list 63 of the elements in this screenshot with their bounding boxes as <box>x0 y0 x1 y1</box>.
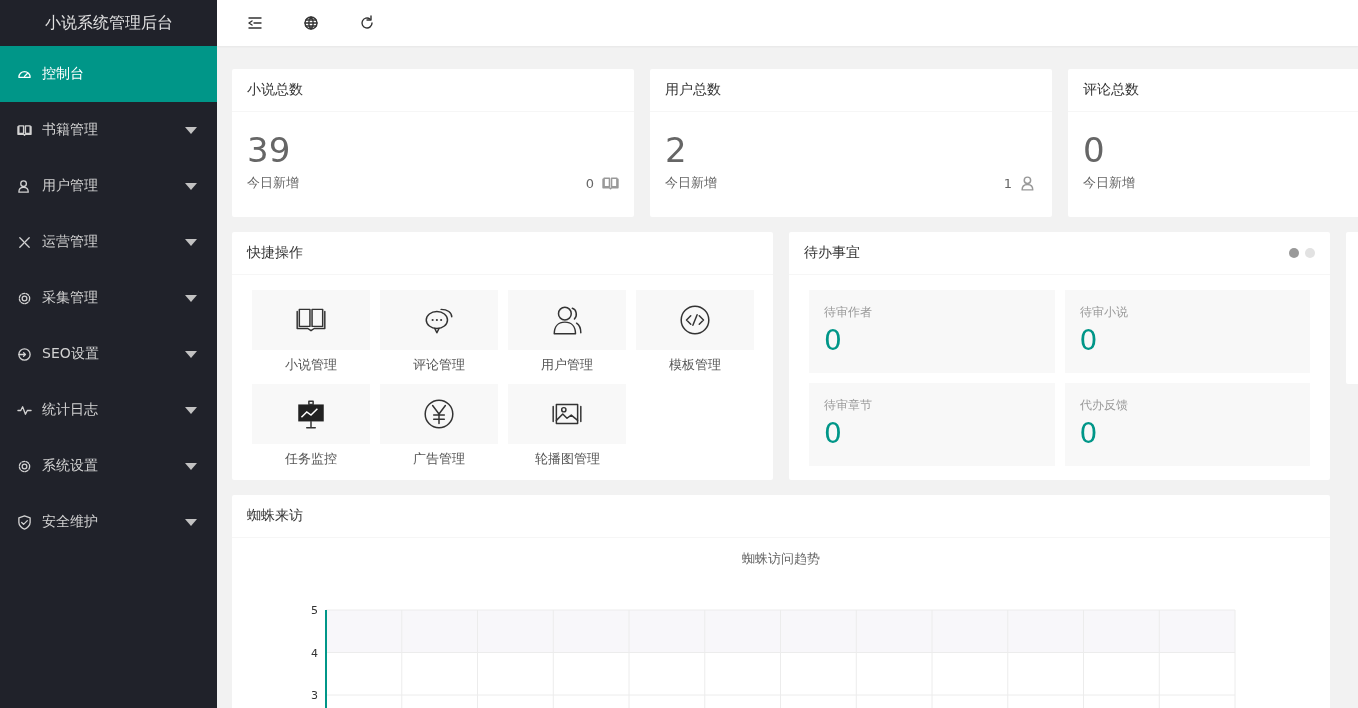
today-count: 1 <box>1003 175 1012 191</box>
todo-count: 0 <box>824 416 842 452</box>
quick-action-button[interactable]: 轮播图管理 <box>508 384 626 478</box>
gear-icon <box>17 290 32 306</box>
sidebar-item[interactable]: SEO设置 <box>0 326 217 382</box>
stat-value: 39 <box>247 129 291 172</box>
sidebar-item[interactable]: 书籍管理 <box>0 102 217 158</box>
target-icon <box>17 346 32 362</box>
y-tick-label: 5 <box>311 604 318 617</box>
card-title: 快捷操作 <box>232 232 773 275</box>
sidebar-item[interactable]: 统计日志 <box>0 382 217 438</box>
book-icon <box>602 174 619 192</box>
quick-action-button[interactable]: 任务监控 <box>252 384 370 478</box>
todo-count: 0 <box>824 323 842 359</box>
sidebar-item[interactable]: 用户管理 <box>0 158 217 214</box>
code-icon <box>636 290 754 350</box>
card-title: 小说总数 <box>232 69 634 112</box>
gear-icon <box>17 458 32 474</box>
stat-label: 今日新增 <box>247 174 299 192</box>
todo-count: 0 <box>1079 416 1098 452</box>
carousel-dot[interactable] <box>1289 248 1299 258</box>
globe-icon <box>303 15 319 31</box>
y-tick-label: 4 <box>311 646 318 660</box>
chat-bubble-icon <box>380 290 498 350</box>
quick-action-button[interactable]: 模板管理 <box>636 290 754 384</box>
todo-label: 代办反馈 <box>1079 397 1129 414</box>
user-icon <box>17 178 32 194</box>
sidebar-item[interactable]: 系统设置 <box>0 438 217 494</box>
yen-icon <box>380 384 498 444</box>
card-title: 蜘蛛来访 <box>232 495 1330 538</box>
sidebar-item[interactable]: 控制台 <box>0 46 217 102</box>
sidebar-item[interactable]: 运营管理 <box>0 214 217 270</box>
card-title: 用户总数 <box>650 69 1052 112</box>
app-title: 小说系统管理后台 <box>43 11 174 34</box>
card-title: 待办事宜 <box>804 244 860 262</box>
book-icon <box>252 290 370 350</box>
stat-label: 今日新增 <box>665 174 717 192</box>
presentation-board-icon <box>252 384 370 444</box>
book-icon <box>17 122 32 138</box>
quick-action-button[interactable]: 用户管理 <box>508 290 626 384</box>
stat-value: 0 <box>1083 129 1105 172</box>
quick-action-button[interactable]: 广告管理 <box>380 384 498 478</box>
todo-label: 待审章节 <box>824 397 873 414</box>
refresh-icon <box>359 15 375 31</box>
y-tick-label: 3 <box>311 689 318 702</box>
stat-value: 2 <box>665 129 687 172</box>
sidebar-item[interactable]: 安全维护 <box>0 494 217 550</box>
today-count: 0 <box>585 175 594 191</box>
carousel-dot[interactable] <box>1305 248 1315 258</box>
tools-icon <box>17 234 32 250</box>
chart-title: 蜘蛛访问趋势 <box>742 550 820 568</box>
image-icon <box>508 384 626 444</box>
sidebar-item[interactable]: 采集管理 <box>0 270 217 326</box>
todo-count: 0 <box>1079 323 1098 359</box>
stat-label: 今日新增 <box>1083 174 1135 192</box>
quick-action-button[interactable]: 评论管理 <box>380 290 498 384</box>
quick-action-button[interactable]: 小说管理 <box>252 290 370 384</box>
todo-label: 待审作者 <box>824 304 873 321</box>
todo-label: 待审小说 <box>1079 304 1129 321</box>
shield-icon <box>17 514 32 530</box>
users-icon <box>508 290 626 350</box>
card-title: 评论总数 <box>1068 69 1358 112</box>
menu-icon <box>247 15 263 31</box>
